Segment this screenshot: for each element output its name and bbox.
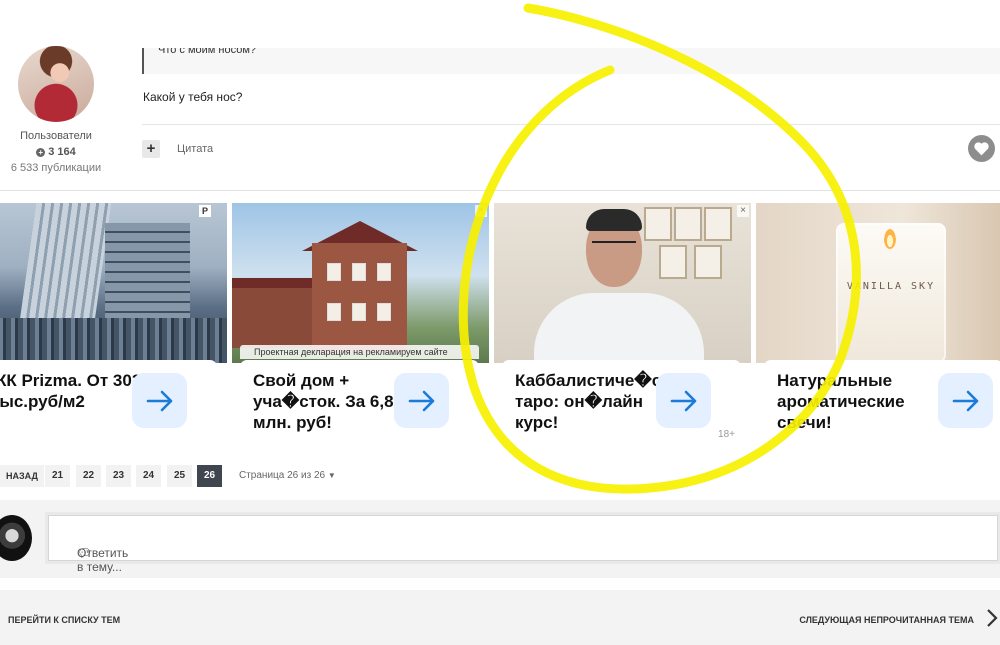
caret-down-icon: ▼ xyxy=(327,471,336,480)
page-link[interactable]: 23 xyxy=(106,465,131,487)
page-link[interactable]: 22 xyxy=(76,465,101,487)
ad-text-card: Свой дом + уча�сток. За 6,8 млн. руб! xyxy=(240,360,479,442)
page-link[interactable]: 25 xyxy=(167,465,192,487)
ad-arrow-button[interactable] xyxy=(132,373,187,428)
candle-label: VANILLA SKY xyxy=(846,281,936,292)
ad-card-prizma[interactable]: Р ЖК Prizma. От 303 тыс.руб/м2 xyxy=(0,203,227,451)
page-prev-button[interactable]: НАЗАД xyxy=(0,465,44,487)
divider xyxy=(142,124,1000,125)
author-group: Пользователи xyxy=(20,130,92,142)
ad-card-tarot[interactable]: × Каббалистиче�ское таро: он�лайн курс! … xyxy=(494,203,751,451)
quote-text: Что с моим носом? xyxy=(158,48,257,56)
reply-area: 💬︎ Ответить в тему... xyxy=(0,500,1000,578)
page-link[interactable]: 21 xyxy=(45,465,70,487)
page-jump-dropdown[interactable]: Страница 26 из 26 ▼ xyxy=(239,465,336,487)
ad-image-man xyxy=(494,203,751,373)
ad-title: Натуральные ароматические свечи! xyxy=(777,371,905,432)
ad-disclaimer: Проектная декларация на рекламируем сайт… xyxy=(240,345,479,359)
topic-navigation: ПЕРЕЙТИ К СПИСКУ ТЕМ СЛЕДУЮЩАЯ НЕПРОЧИТА… xyxy=(0,590,1000,645)
multiquote-plus-button[interactable]: + xyxy=(142,140,160,158)
ad-arrow-button[interactable] xyxy=(394,373,449,428)
age-rating: 18+ xyxy=(718,429,735,440)
go-to-topic-list-link[interactable]: ПЕРЕЙТИ К СПИСКУ ТЕМ xyxy=(8,615,120,625)
author-post-count: 6 533 публикации xyxy=(10,162,102,174)
ad-card-house[interactable]: × Проектная декларация на рекламируем са… xyxy=(232,203,489,451)
current-user-avatar xyxy=(0,515,32,561)
ad-close-icon[interactable]: × xyxy=(475,205,487,217)
next-unread-topic-link[interactable]: СЛЕДУЮЩАЯ НЕПРОЧИТАННАЯ ТЕМА xyxy=(799,615,974,625)
author-reputation: +3 164 xyxy=(0,146,112,158)
ad-marker-badge: Р xyxy=(199,205,211,217)
pagination: НАЗАД 21 22 23 24 25 26 Страница 26 из 2… xyxy=(0,465,1000,487)
page-link-current[interactable]: 26 xyxy=(197,465,222,487)
arrow-right-icon xyxy=(670,390,696,411)
ad-card-candles[interactable]: VANILLA SKY Натуральные ароматические св… xyxy=(756,203,1000,451)
ad-text-card: Натуральные ароматические свечи! xyxy=(764,360,1000,442)
ad-arrow-button[interactable] xyxy=(938,373,993,428)
quote-block: Что с моим носом? xyxy=(142,48,1000,74)
ad-text-card: ЖК Prizma. От 303 тыс.руб/м2 xyxy=(0,360,217,442)
ad-title: Свой дом + уча�сток. За 6,8 млн. руб! xyxy=(253,371,394,432)
ad-carousel: Р ЖК Prizma. От 303 тыс.руб/м2 × Проектн… xyxy=(0,203,1000,451)
heart-icon xyxy=(974,142,989,156)
ad-title: ЖК Prizma. От 303 тыс.руб/м2 xyxy=(0,371,142,411)
arrow-right-icon xyxy=(952,390,978,411)
ad-text-card: Каббалистиче�ское таро: он�лайн курс! 18… xyxy=(502,360,741,442)
ad-image-house xyxy=(232,203,489,363)
forum-post: Пользователи +3 164 6 533 публикации Что… xyxy=(0,0,1000,191)
page-link[interactable]: 24 xyxy=(136,465,161,487)
reply-input[interactable]: 💬︎ Ответить в тему... xyxy=(48,515,998,574)
ad-title: Каббалистиче�ское таро: он�лайн курс! xyxy=(515,371,690,432)
ad-arrow-button[interactable] xyxy=(656,373,711,428)
arrow-right-icon xyxy=(146,390,172,411)
post-body: Какой у тебя нос? xyxy=(143,90,243,104)
author-avatar[interactable] xyxy=(18,46,94,122)
arrow-right-icon xyxy=(408,390,434,411)
like-button[interactable] xyxy=(968,135,995,162)
ad-close-icon[interactable]: × xyxy=(737,205,749,217)
reputation-icon: + xyxy=(36,148,46,157)
chevron-right-icon[interactable] xyxy=(986,608,998,628)
ad-image-candle: VANILLA SKY xyxy=(756,203,1000,363)
ad-image-building xyxy=(0,203,227,363)
quote-button[interactable]: Цитата xyxy=(177,143,213,155)
